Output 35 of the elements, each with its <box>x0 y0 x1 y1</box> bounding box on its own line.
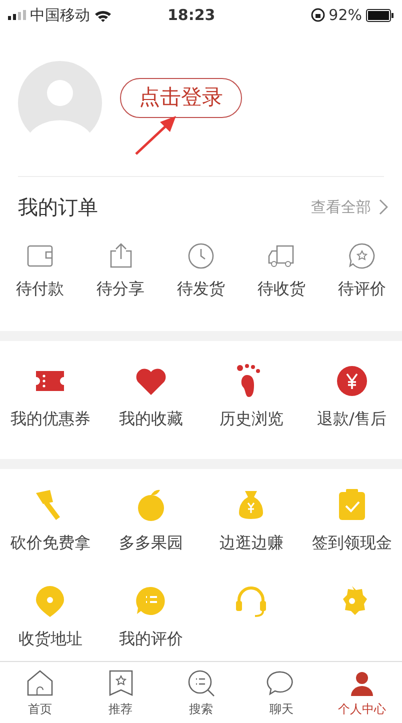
order-status-item[interactable]: 待评价 <box>322 237 402 331</box>
search-icon <box>186 668 216 698</box>
tab-bar-item[interactable]: 首页 <box>0 662 80 723</box>
tab-bar-item[interactable]: 搜索 <box>160 662 242 723</box>
wifi-icon <box>94 8 112 22</box>
service-item[interactable]: 砍价免费拿 <box>0 487 100 563</box>
shortcut-item[interactable]: 我的收藏 <box>100 363 201 459</box>
service-item[interactable]: 收货地址 <box>0 583 100 659</box>
order-status-item[interactable]: 待收货 <box>241 237 322 331</box>
review-icon <box>348 241 376 269</box>
service-item[interactable]: 签到领现金 <box>302 487 402 563</box>
service-item[interactable]: 多多果园 <box>100 487 201 563</box>
service-item[interactable]: 我的评价 <box>100 583 201 659</box>
order-status-item[interactable]: 待发货 <box>160 237 242 331</box>
service-item[interactable]: 边逛边赚 <box>201 487 302 563</box>
login-button[interactable]: 点击登录 <box>120 78 242 118</box>
battery-icon <box>366 8 394 22</box>
home-icon <box>25 668 56 698</box>
clock-time: 18:23 <box>167 4 216 26</box>
tab-bar-item[interactable]: 推荐 <box>80 662 161 723</box>
rotation-lock-icon <box>310 8 325 22</box>
order-status-item[interactable]: 待分享 <box>80 237 161 331</box>
signal-icon <box>8 10 26 20</box>
shortcut-item[interactable]: 历史浏览 <box>201 363 302 459</box>
clock-icon <box>186 241 215 269</box>
order-status-item[interactable]: 待付款 <box>0 237 80 331</box>
avatar-icon <box>18 61 102 145</box>
tab-bar-item[interactable]: 个人中心 <box>322 662 402 723</box>
shortcut-item[interactable]: 退款/售后 <box>302 363 402 459</box>
tab-bar-item[interactable]: 聊天 <box>241 662 322 723</box>
battery-percent: 92% <box>328 4 362 26</box>
chevron-right-icon <box>379 199 388 215</box>
shortcut-item[interactable]: 我的优惠券 <box>0 363 100 459</box>
carrier-name: 中国移动 <box>30 4 90 26</box>
section-title: 我的订单 <box>18 194 98 221</box>
